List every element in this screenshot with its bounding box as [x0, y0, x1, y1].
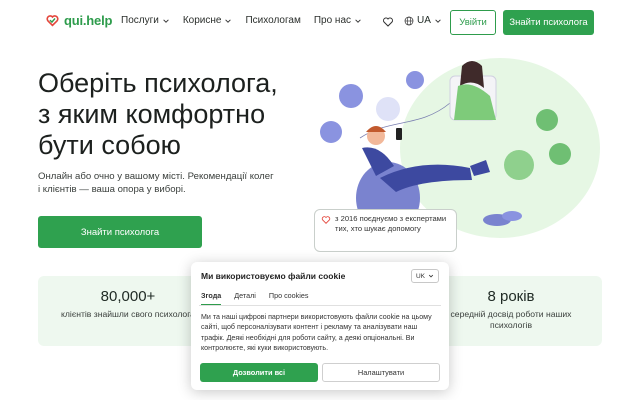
chevron-down-icon	[225, 18, 232, 23]
divider	[199, 305, 441, 306]
cookie-language-select[interactable]: UK	[411, 269, 439, 283]
find-psychologist-button[interactable]: Знайти психолога	[503, 10, 594, 35]
heart-logo-icon	[46, 15, 59, 27]
cookie-language-label: UK	[415, 272, 426, 280]
stat-clients: 80,000+ клієнтів знайшли свого психолога	[58, 288, 198, 320]
cookie-title: Ми використовуємо файли cookie	[201, 271, 346, 281]
cookie-tabs: Згода Деталі Про cookies	[201, 291, 321, 305]
nav-label: Послуги	[121, 15, 159, 26]
nav-item-psychologists[interactable]: Психологам	[245, 15, 300, 26]
chevron-down-icon	[435, 18, 441, 23]
stat-value: 80,000+	[100, 288, 156, 305]
hero-title-line: Оберіть психолога,	[38, 68, 278, 98]
logo-text: qui.help	[64, 13, 113, 28]
chevron-down-icon	[163, 18, 169, 23]
tab-details[interactable]: Деталі	[234, 291, 256, 305]
nav-item-about[interactable]: Про нас	[314, 15, 362, 26]
login-button[interactable]: Увійти	[450, 10, 496, 35]
hero-title-line: бути собою	[38, 130, 181, 160]
hero-title-line: з яким комфортно	[38, 99, 266, 129]
stat-value: 8 років	[487, 288, 535, 305]
stat-label: клієнтів знайшли свого психолога	[61, 309, 195, 319]
heart-icon[interactable]	[382, 16, 394, 28]
tab-consent[interactable]: Згода	[201, 291, 222, 305]
tab-about-cookies[interactable]: Про cookies	[269, 291, 309, 305]
language-selector[interactable]: UA	[404, 15, 442, 26]
chevron-down-icon	[428, 274, 434, 278]
heart-icon	[321, 216, 331, 224]
site-header: qui.help Послуги Корисне Психологам Про …	[0, 0, 640, 46]
nav-label: Психологам	[245, 15, 301, 26]
trust-quote: з 2016 поєднуємо з експертами тих, хто ш…	[314, 209, 457, 252]
globe-icon	[404, 16, 414, 25]
nav-label: Корисне	[182, 15, 222, 26]
nav-item-useful[interactable]: Корисне	[183, 15, 233, 26]
customize-button[interactable]: Налаштувати	[322, 363, 440, 382]
hero-find-button[interactable]: Знайти психолога	[38, 216, 202, 248]
hero-title: Оберіть психолога, з яким комфортно бути…	[38, 68, 308, 161]
cookie-text: Ми та наші цифрові партнери використовую…	[201, 313, 432, 352]
logo[interactable]: qui.help	[46, 13, 112, 28]
quote-text: з 2016 поєднуємо з експертами тих, хто ш…	[335, 214, 447, 233]
nav-item-services[interactable]: Послуги	[121, 15, 170, 26]
cookie-dialog: Ми використовуємо файли cookie UK Згода …	[191, 262, 449, 390]
chevron-down-icon	[355, 18, 361, 23]
hero-subtitle: Онлайн або очно у вашому місті. Рекоменд…	[38, 171, 274, 195]
stat-label: середній досвід роботи наших психологів	[450, 309, 572, 330]
main-nav: Послуги Корисне Психологам Про нас	[121, 15, 375, 26]
nav-label: Про нас	[313, 15, 352, 26]
language-label: UA	[417, 15, 431, 26]
stat-experience: 8 років середній досвід роботи наших пси…	[438, 288, 584, 331]
allow-all-button[interactable]: Дозволити всі	[200, 363, 318, 382]
